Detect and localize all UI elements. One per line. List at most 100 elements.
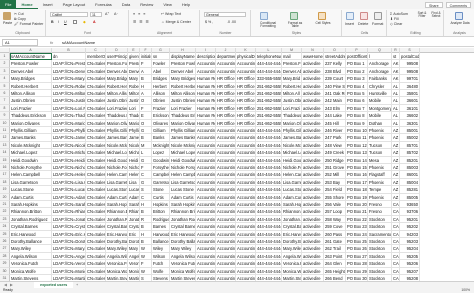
cell[interactable]: AL (392, 112, 400, 120)
cell[interactable]: activedire (302, 127, 324, 135)
cell[interactable]: CN=Sales (86, 82, 106, 90)
cell[interactable]: Angela.Wil (282, 252, 302, 261)
cell[interactable]: LDAP://CN=Mary.Bridg (52, 75, 86, 83)
cell[interactable]: Adam.Curt (282, 193, 302, 201)
row-header[interactable]: 14 (0, 149, 10, 157)
cell[interactable]: LDAP://CN=Lisa.Garre (52, 178, 86, 187)
cell[interactable]: LDAP://CN=Michael.Lo (52, 149, 86, 157)
cell[interactable]: Michael.Lo (282, 149, 302, 157)
cell[interactable]: Monica.Wo (282, 267, 302, 275)
cell[interactable]: CN=Sales (86, 260, 106, 268)
tab-view[interactable]: View (158, 0, 177, 9)
cell[interactable]: activedire (302, 104, 324, 113)
sort-filter-button[interactable]: Sort & Filter (415, 11, 429, 19)
tab-home[interactable]: Home (16, 0, 38, 9)
cell[interactable]: Michael.Lopez (106, 149, 128, 157)
cell[interactable]: Accountin (216, 178, 236, 187)
cell[interactable]: Lisa Garretson (170, 178, 196, 187)
tab-help[interactable]: Help (177, 0, 195, 9)
cell[interactable]: l (368, 53, 392, 61)
cell[interactable]: postalCode (400, 53, 420, 61)
cell[interactable]: 258 Way (324, 215, 346, 224)
cell[interactable]: activedire (302, 193, 324, 201)
cell[interactable]: Accountin (236, 127, 256, 135)
cell[interactable]: CA (392, 223, 400, 231)
cell[interactable]: Michael.Lopez (10, 149, 52, 157)
autosum-button[interactable]: Σ AutoSum (390, 12, 408, 16)
cell[interactable]: AZ (392, 156, 400, 164)
cell[interactable]: Accountin (236, 245, 256, 253)
borders-icon[interactable] (73, 20, 77, 24)
cell[interactable]: physicalDeliveryOfficeName (236, 53, 256, 61)
cell[interactable]: activedire (302, 171, 324, 179)
cell[interactable]: LDAP://CN=Marion.Ol (52, 119, 86, 127)
row-header[interactable]: 28 (0, 252, 10, 261)
cell[interactable]: Accountin (196, 178, 216, 187)
cell[interactable]: Rhiannon.Britton (10, 208, 52, 216)
cell[interactable]: S (140, 186, 152, 194)
cell[interactable]: LDAP://CN=Eric.Harwo (52, 230, 86, 238)
cell[interactable]: AZ (392, 134, 400, 142)
cell[interactable]: Milton (128, 90, 140, 98)
cell[interactable]: Accountin (196, 67, 216, 76)
cell[interactable]: Accountin (216, 134, 236, 142)
name-box[interactable]: A1 (2, 39, 38, 46)
cell[interactable]: F (140, 60, 152, 68)
cell[interactable]: LDAP://CN=Crystal.Ba (52, 223, 86, 231)
cell[interactable]: Nicole.Mcknight (106, 141, 128, 150)
cell[interactable]: Lori.Frazier (10, 104, 52, 113)
cell[interactable]: activedire (302, 67, 324, 76)
cell[interactable]: Harwood (152, 230, 170, 238)
cell[interactable]: Mobile (368, 97, 392, 105)
cell[interactable]: CN=Sales (86, 267, 106, 275)
cell[interactable]: Eric.Harwood (10, 230, 52, 238)
cell[interactable]: Heidi.Goo (282, 156, 302, 164)
row-header[interactable]: 5 (0, 82, 10, 90)
cell[interactable]: Accountin (216, 260, 236, 268)
cell[interactable]: Montgomery (368, 104, 392, 113)
cell[interactable]: Rhiannon.Britton (106, 208, 128, 216)
cell[interactable]: activedire (302, 245, 324, 253)
row-header[interactable]: 6 (0, 90, 10, 98)
cell[interactable]: Accountin (196, 164, 216, 172)
cell[interactable]: HR Office (236, 112, 256, 120)
tab-page-layout[interactable]: Page Layout (58, 0, 90, 9)
cell[interactable]: CN=Sales (86, 178, 106, 187)
conditional-formatting-button[interactable]: Conditional Formatting (253, 21, 283, 29)
cell[interactable]: Veronica.Futch (10, 260, 52, 268)
cell[interactable]: 444-444-4444 (256, 134, 282, 142)
cell[interactable]: Mary.Wiley (106, 245, 128, 253)
cell[interactable]: 265 Heights (324, 267, 346, 275)
cell[interactable]: PO Box 13 (346, 149, 368, 157)
cell[interactable]: 238 Blvd (324, 67, 346, 76)
cell[interactable]: LDAP://CN=Thaddeus (52, 112, 86, 120)
cell[interactable]: Robert (128, 82, 140, 90)
cell[interactable]: Dorothy.Ballance (106, 238, 128, 246)
cell[interactable]: Nicole.Mc (282, 141, 302, 150)
cell[interactable]: Tucson (368, 149, 392, 157)
cell[interactable]: AZ (392, 127, 400, 135)
cell[interactable]: G (140, 127, 152, 135)
cell[interactable]: Adam (128, 193, 140, 201)
cell[interactable]: Mcknight (152, 141, 170, 150)
cell[interactable]: PO Box 24 (346, 230, 368, 238)
cell[interactable]: Lucas (128, 186, 140, 194)
cell[interactable]: Stockton (368, 238, 392, 246)
cell[interactable]: Marion.Ol (282, 119, 302, 127)
cell[interactable]: 247 Park (324, 134, 346, 142)
cell[interactable]: Accountin (216, 186, 236, 194)
cell[interactable]: HR Office (216, 97, 236, 105)
cell[interactable]: 95201 (400, 215, 420, 224)
row-header[interactable]: 3 (0, 67, 10, 76)
cell[interactable]: Sarah.Hopkins (106, 201, 128, 209)
cell[interactable]: HR Office (236, 75, 256, 83)
cell[interactable]: activedire (302, 164, 324, 172)
cell[interactable]: Veronica.F (282, 260, 302, 268)
cell[interactable]: James.Banks (10, 134, 52, 142)
cell[interactable]: W (140, 252, 152, 261)
cell[interactable]: Preston.Fo (282, 60, 302, 68)
cell[interactable]: 99508 (400, 67, 420, 76)
cell[interactable]: 95202 (400, 223, 420, 231)
cell[interactable]: Phyllis (128, 127, 140, 135)
row-header[interactable]: 2 (0, 60, 10, 68)
